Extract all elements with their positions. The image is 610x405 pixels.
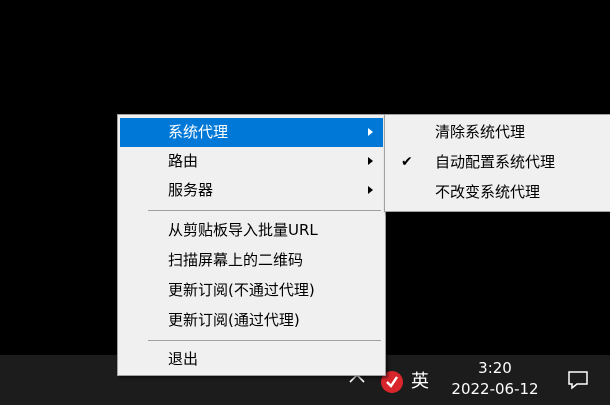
menu-item-update-sub-direct[interactable]: 更新订阅(不通过代理): [120, 276, 383, 305]
submenu-arrow-icon: [368, 128, 373, 136]
system-proxy-submenu: 清除系统代理 ✔ 自动配置系统代理 不改变系统代理: [384, 114, 610, 212]
submenu-arrow-icon: [368, 157, 373, 165]
menu-item-servers[interactable]: 服务器: [120, 176, 383, 205]
menu-item-label: 扫描屏幕上的二维码: [168, 251, 304, 269]
menu-separator: [148, 340, 381, 341]
menu-item-label: 更新订阅(不通过代理): [168, 281, 315, 299]
menu-item-label: 自动配置系统代理: [435, 153, 556, 171]
notification-icon[interactable]: [566, 369, 590, 391]
submenu-item-auto-proxy[interactable]: ✔ 自动配置系统代理: [387, 148, 609, 177]
menu-item-label: 退出: [168, 350, 199, 368]
taskbar-clock[interactable]: 3:20 2022-06-12: [440, 358, 550, 400]
menu-item-label: 更新订阅(通过代理): [168, 311, 300, 329]
submenu-item-keep-proxy[interactable]: 不改变系统代理: [387, 178, 609, 207]
menu-item-label: 清除系统代理: [435, 123, 526, 141]
menu-separator: [148, 210, 381, 211]
input-language-indicator[interactable]: 英: [411, 371, 429, 393]
clock-date: 2022-06-12: [451, 380, 539, 398]
menu-item-exit[interactable]: 退出: [120, 345, 383, 374]
checkmark-icon: ✔: [401, 154, 413, 170]
menu-item-label: 系统代理: [168, 123, 229, 141]
menu-item-system-proxy[interactable]: 系统代理: [120, 118, 383, 147]
menu-item-routing[interactable]: 路由: [120, 147, 383, 176]
menu-item-update-sub-proxy[interactable]: 更新订阅(通过代理): [120, 306, 383, 335]
submenu-arrow-icon: [368, 186, 373, 194]
tray-context-menu: 系统代理 路由 服务器 从剪贴板导入批量URL 扫描屏幕上的二维码 更新订阅(不…: [117, 114, 386, 376]
submenu-item-clear-proxy[interactable]: 清除系统代理: [387, 118, 609, 147]
menu-item-label: 路由: [168, 152, 199, 170]
menu-item-label: 从剪贴板导入批量URL: [168, 221, 318, 239]
menu-item-label: 不改变系统代理: [435, 183, 541, 201]
clock-time: 3:20: [478, 359, 512, 377]
menu-item-label: 服务器: [168, 181, 214, 199]
menu-item-import-clipboard[interactable]: 从剪贴板导入批量URL: [120, 216, 383, 245]
menu-item-scan-qrcode[interactable]: 扫描屏幕上的二维码: [120, 246, 383, 275]
